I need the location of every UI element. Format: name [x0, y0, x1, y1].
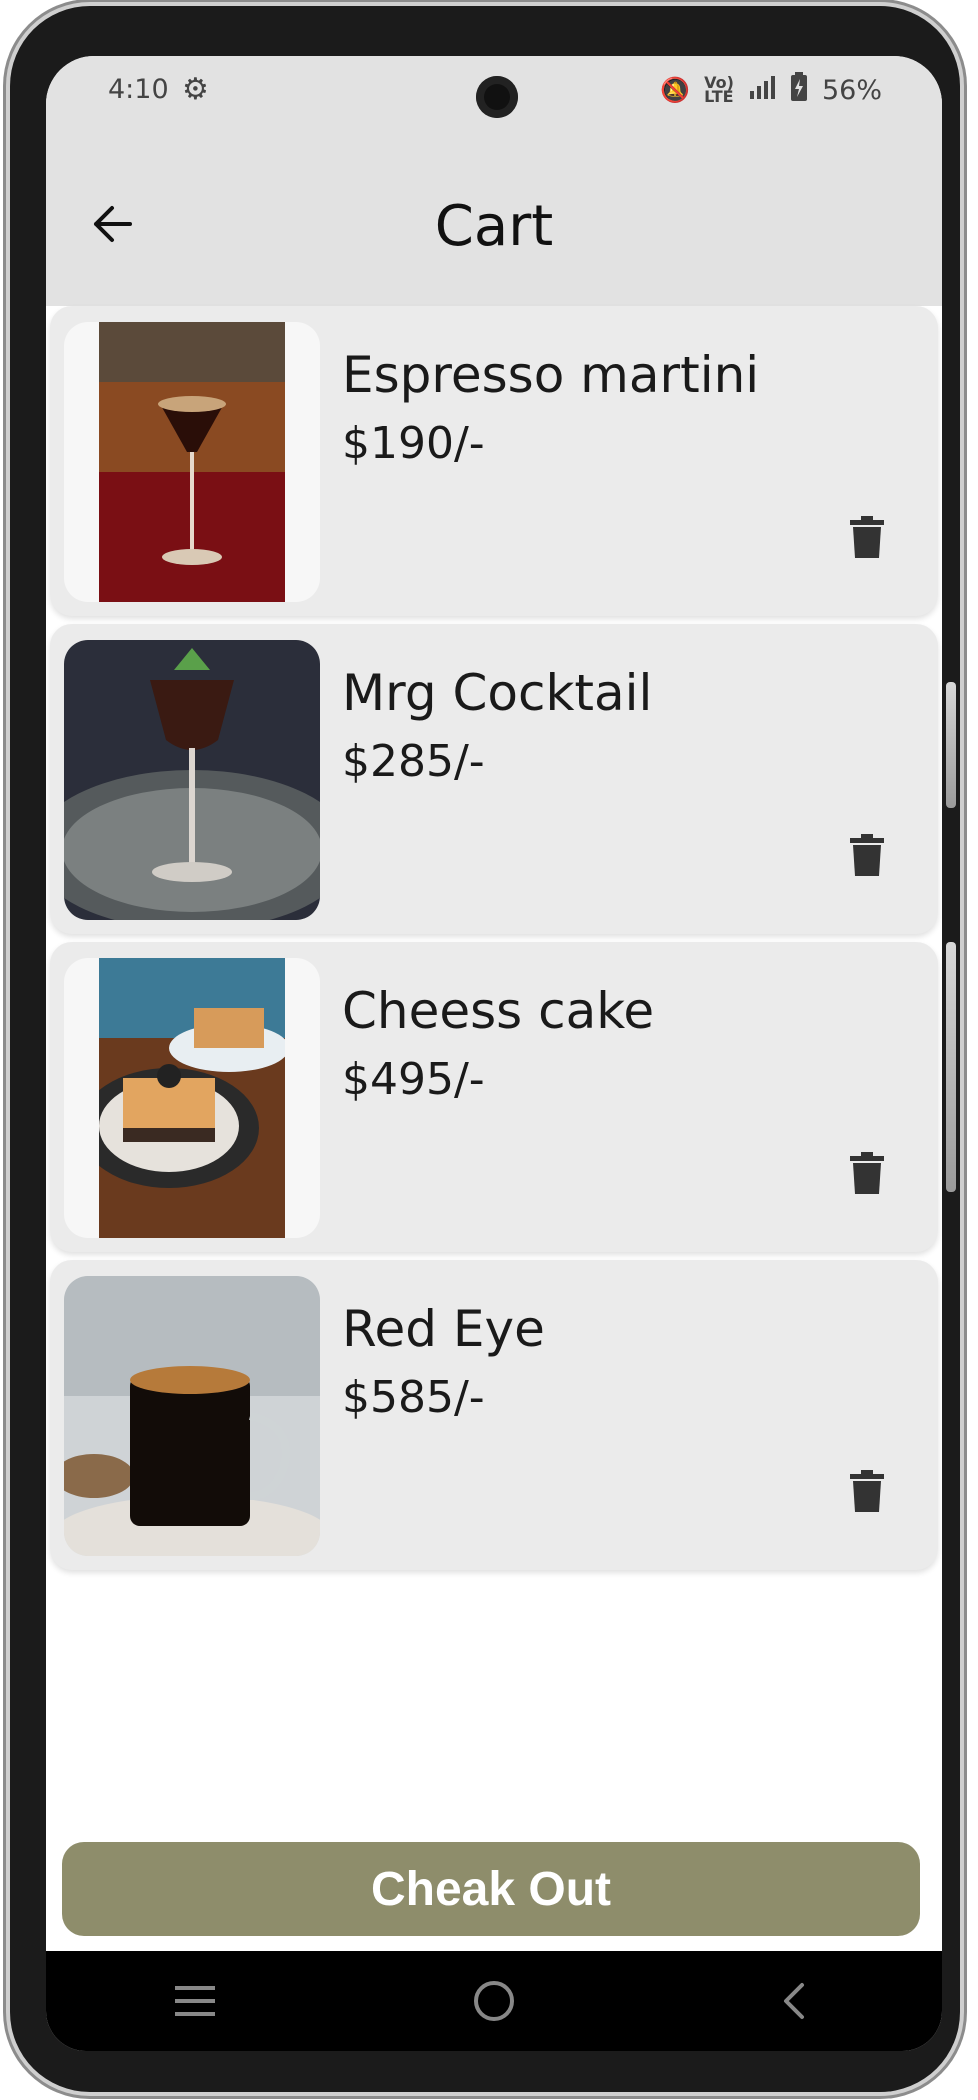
power-button [946, 942, 956, 1192]
front-camera [476, 76, 518, 118]
cart-list: Espresso martini $190/- Mrg Cocktail $28… [46, 306, 942, 1578]
checkout-button[interactable]: Cheak Out [62, 1842, 920, 1936]
cart-item[interactable]: Cheess cake $495/- [50, 942, 938, 1252]
mute-icon: 🔕 [660, 76, 691, 104]
trash-icon[interactable] [850, 834, 890, 880]
cart-item[interactable]: Red Eye $585/- [50, 1260, 938, 1570]
app-bar: Cart [46, 146, 942, 306]
trash-icon[interactable] [850, 1152, 890, 1198]
espresso-martini-photo [64, 322, 320, 602]
mrg-cocktail-photo [64, 640, 320, 920]
volte-icon: Vo) LTE [704, 73, 734, 106]
cheesecake-photo [64, 958, 320, 1238]
battery-percent: 56% [821, 74, 882, 106]
trash-icon[interactable] [850, 516, 890, 562]
red-eye-coffee-photo [64, 1276, 320, 1556]
item-name: Mrg Cocktail [342, 664, 653, 722]
page-title: Cart [434, 194, 554, 259]
trash-icon[interactable] [850, 1470, 890, 1516]
item-name: Red Eye [342, 1300, 545, 1358]
item-price: $585/- [342, 1372, 485, 1423]
screen: 4:10 ⚙ 🔕 Vo) LTE 56% Cart Espresso marti… [46, 56, 942, 2051]
item-name: Cheess cake [342, 982, 655, 1040]
back-icon[interactable] [753, 1971, 833, 2031]
cart-item[interactable]: Espresso martini $190/- [50, 306, 938, 616]
phone-frame: 4:10 ⚙ 🔕 Vo) LTE 56% Cart Espresso marti… [10, 6, 960, 2092]
home-icon[interactable] [454, 1971, 534, 2031]
item-price: $495/- [342, 1054, 485, 1105]
item-price: $285/- [342, 736, 485, 787]
menu-icon[interactable] [155, 1971, 235, 2031]
battery-icon [790, 72, 808, 108]
volume-button [946, 682, 956, 808]
cart-item[interactable]: Mrg Cocktail $285/- [50, 624, 938, 934]
system-nav-bar [46, 1951, 942, 2051]
item-name: Espresso martini [342, 346, 760, 404]
item-price: $190/- [342, 418, 485, 469]
signal-icon [748, 75, 776, 105]
gear-icon: ⚙ [182, 72, 209, 107]
status-icons: 🔕 Vo) LTE 56% [660, 72, 882, 108]
status-time: 4:10 [108, 74, 169, 105]
